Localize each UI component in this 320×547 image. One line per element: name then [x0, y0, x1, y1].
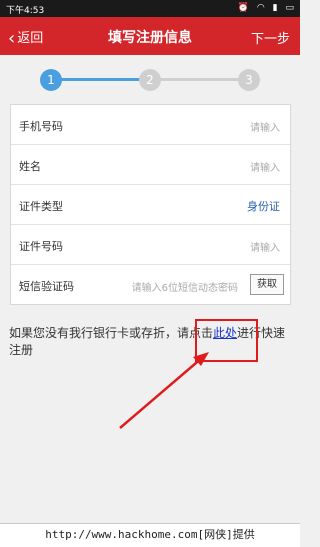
annotation-arrow-icon — [119, 352, 209, 429]
watermark-footer: http://www.hackhome.com[网侠]提供 — [0, 523, 300, 547]
